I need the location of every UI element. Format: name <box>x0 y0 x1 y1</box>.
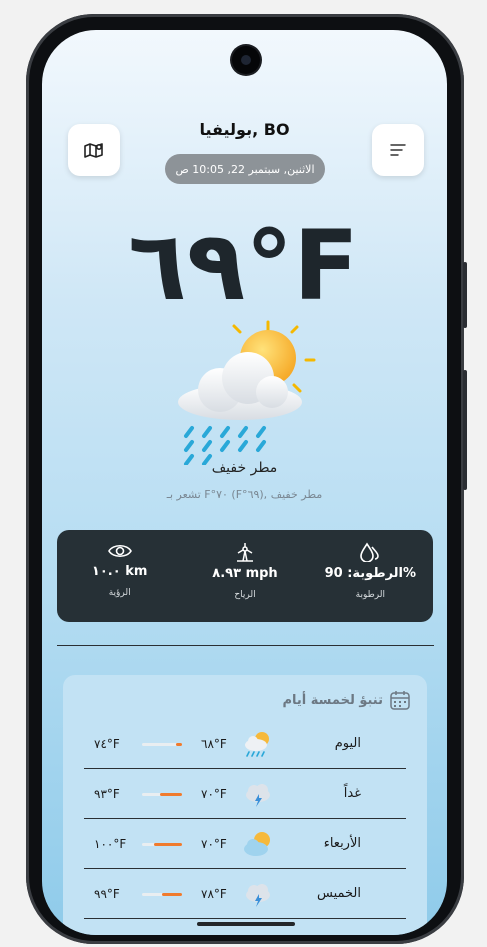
thunder-cloud-icon <box>246 784 270 807</box>
forecast-title: تنبؤ لخمسة أيام <box>282 692 383 708</box>
app-screen: بوليفيا, BO الاثنين, سبتمبر 22, 10:05 ص … <box>42 30 447 935</box>
front-camera <box>232 46 260 74</box>
forecast-row-wednesday[interactable]: ١٠٠°F ٧٠°F الأربعاء <box>84 819 406 869</box>
forecast-row-tomorrow[interactable]: ٩٣°F ٧٠°F غداً <box>84 769 406 819</box>
visibility-stat: ١٠.٠ km الرؤية <box>57 530 182 622</box>
forecast-header: تنبؤ لخمسة أيام <box>282 689 411 711</box>
temp-range-bar <box>142 843 182 846</box>
wind-icon <box>236 543 253 562</box>
eye-icon <box>107 544 132 558</box>
humidity-icon <box>360 542 380 562</box>
visibility-label: الرؤية <box>108 588 131 598</box>
humidity-label: الرطوبة <box>355 590 385 600</box>
forecast-row-thursday[interactable]: ٩٩°F ٧٨°F الخميس <box>84 869 406 919</box>
feels-like-text: تشعر بـ F°٧٠ (F°٦٩), مطر خفيف <box>166 488 323 501</box>
temp-range-bar <box>142 893 182 896</box>
thunder-cloud-icon <box>246 884 270 907</box>
sun-cloud-icon <box>244 832 270 856</box>
forecast-day: الأربعاء <box>323 836 361 851</box>
temp-range-fill <box>176 743 182 746</box>
forecast-max: ٩٣°F <box>94 786 120 801</box>
wind-stat: ٨.٩٣ mph الرياح <box>182 530 307 622</box>
temp-range-fill <box>160 793 182 796</box>
volume-button <box>463 262 467 328</box>
forecast-max: ٧٤°F <box>94 736 120 751</box>
condition-label: مطر خفيف <box>211 460 278 476</box>
wind-label: الرياح <box>234 590 256 600</box>
current-temperature: ٦٩°F <box>128 210 361 322</box>
stats-panel: ١٠.٠ km الرؤية ٨.٩٣ mph الرياح الرطوبة: … <box>57 530 433 622</box>
temp-range-fill <box>154 843 182 846</box>
forecast-day: غداً <box>343 786 361 801</box>
forecast-min: ٧٠°F <box>201 786 227 801</box>
forecast-day: الخميس <box>317 886 361 901</box>
temp-range-fill <box>162 893 182 896</box>
temp-range-bar <box>142 793 182 796</box>
section-divider <box>57 645 434 646</box>
wind-value: ٨.٩٣ mph <box>212 566 278 581</box>
map-icon <box>84 143 103 158</box>
humidity-value: الرطوبة: 90% <box>324 566 417 581</box>
forecast-max: ١٠٠°F <box>94 836 127 851</box>
forecast-card: تنبؤ لخمسة أيام ٧٤°F ٦٨°F اليوم ٩٣°F ٧٠°… <box>63 675 427 935</box>
sun-cloud-rain-icon <box>245 732 269 757</box>
forecast-row-today[interactable]: ٧٤°F ٦٨°F اليوم <box>84 719 406 769</box>
humidity-stat: الرطوبة: 90% الرطوبة <box>308 530 433 622</box>
forecast-min: ٧٨°F <box>201 886 227 901</box>
forecast-min: ٧٠°F <box>201 836 227 851</box>
visibility-value: ١٠.٠ km <box>91 564 148 579</box>
city-title: بوليفيا, BO <box>199 120 290 139</box>
forecast-max: ٩٩°F <box>94 886 120 901</box>
sun-cloud-rain-icon <box>178 320 316 465</box>
home-indicator[interactable] <box>197 922 295 926</box>
temp-range-bar <box>142 743 182 746</box>
forecast-day: اليوم <box>334 736 361 751</box>
calendar-icon <box>390 691 410 710</box>
power-button <box>463 370 467 490</box>
date-time-badge: الاثنين, سبتمبر 22, 10:05 ص <box>165 154 325 184</box>
menu-lines-icon <box>390 144 406 156</box>
forecast-min: ٦٨°F <box>201 736 227 751</box>
